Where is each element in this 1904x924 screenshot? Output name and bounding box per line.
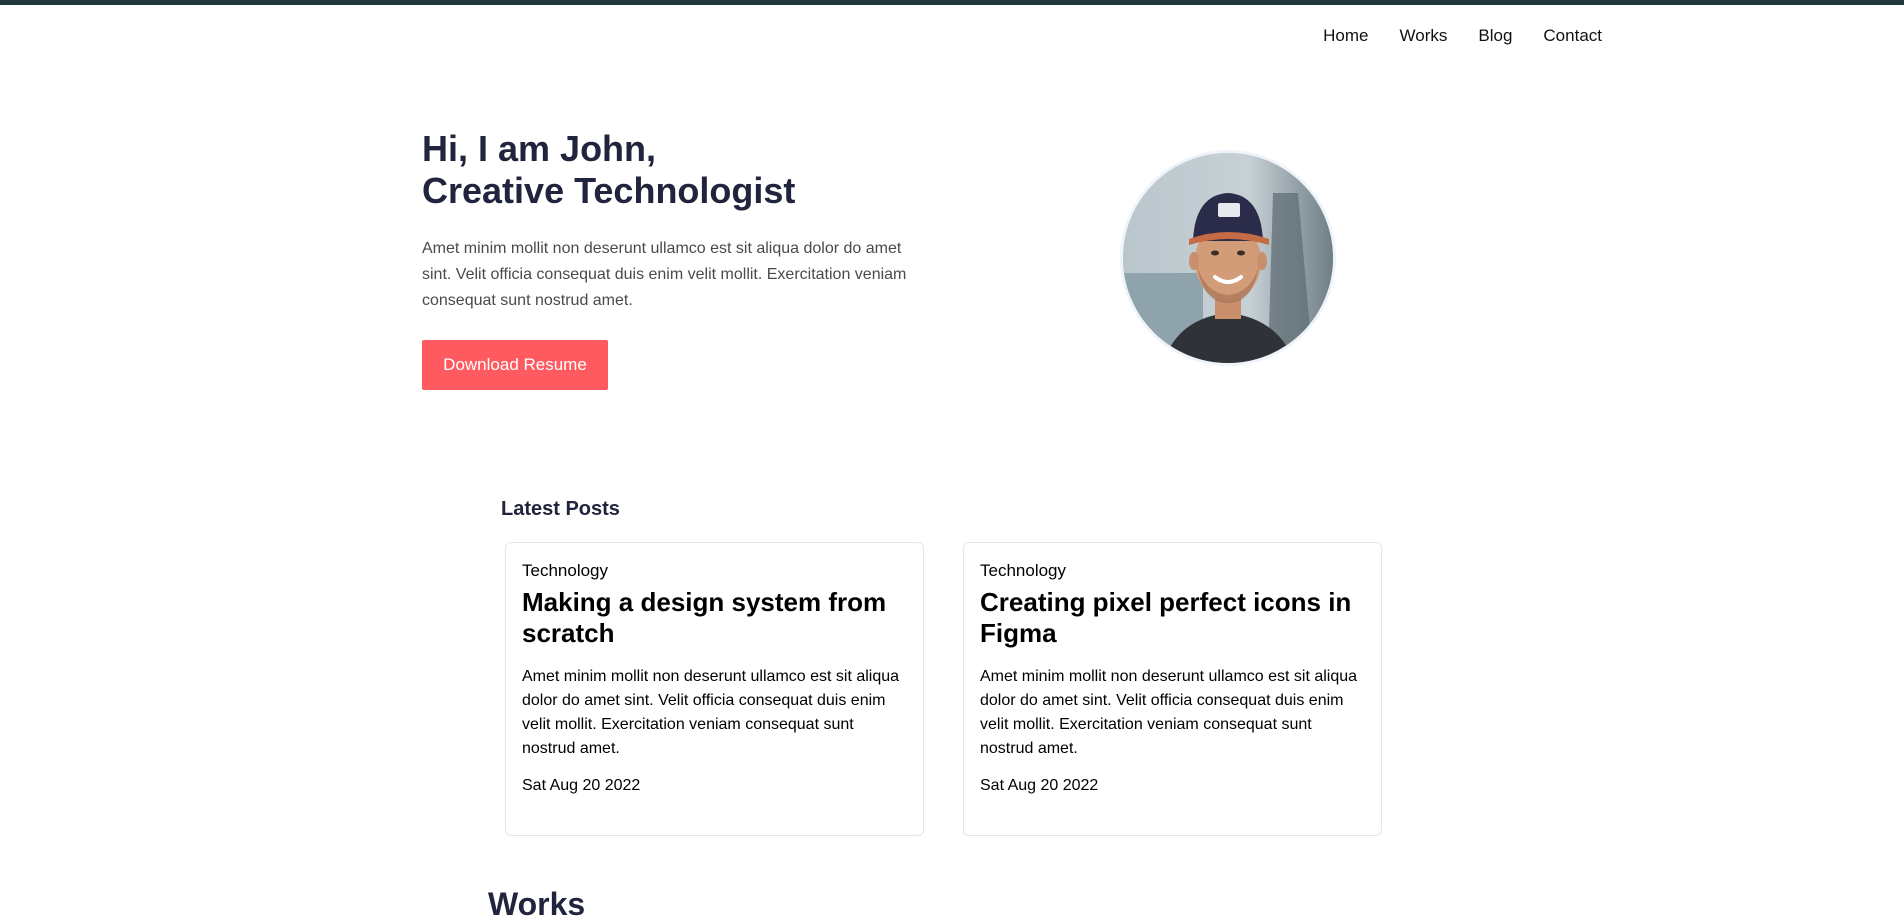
avatar [1120,150,1336,366]
post-excerpt: Amet minim mollit non deserunt ullamco e… [522,668,900,757]
post-title[interactable]: Creating pixel perfect icons in Figma [980,587,1365,649]
post-card[interactable]: Technology Making a design system from s… [505,542,924,836]
hero-title-line1: Hi, I am John, [422,128,657,169]
top-accent-bar [0,0,1904,5]
works-heading: Works [488,886,586,922]
hero-title-line2: Creative Technologist [422,170,796,211]
hero-description: Amet minim mollit non deserunt ullamco e… [422,240,907,309]
nav-contact[interactable]: Contact [1543,26,1602,46]
post-date: Sat Aug 20 2022 [980,777,1099,794]
hero-title: Hi, I am John, Creative Technologist [422,128,982,212]
post-title[interactable]: Making a design system from scratch [522,587,907,649]
post-category: Technology [522,561,609,580]
nav-works[interactable]: Works [1400,26,1448,46]
download-resume-button[interactable]: Download Resume [422,340,608,390]
post-excerpt: Amet minim mollit non deserunt ullamco e… [980,668,1358,757]
post-card[interactable]: Technology Creating pixel perfect icons … [963,542,1382,836]
profile-photo-icon [1123,153,1333,363]
post-category: Technology [980,561,1067,580]
main-nav: Home Works Blog Contact [1323,26,1602,46]
hero-section: Hi, I am John, Creative Technologist Ame… [422,128,982,314]
nav-blog[interactable]: Blog [1478,26,1512,46]
nav-home[interactable]: Home [1323,26,1368,46]
post-date: Sat Aug 20 2022 [522,777,641,794]
latest-posts-heading: Latest Posts [501,498,620,520]
